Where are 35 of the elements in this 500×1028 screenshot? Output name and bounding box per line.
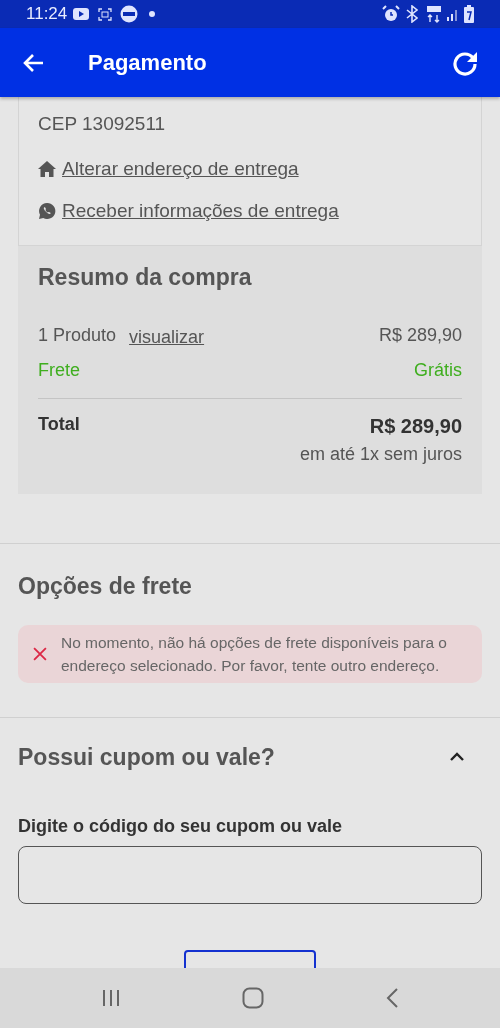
summary-title: Resumo da compra: [38, 263, 253, 292]
refresh-icon[interactable]: [452, 49, 478, 76]
signal-icon: [446, 7, 460, 21]
view-link[interactable]: visualizar: [129, 323, 205, 351]
total-label: Total: [38, 412, 80, 436]
address-line: CEP 13092511: [38, 112, 167, 136]
back-arrow-icon[interactable]: [22, 52, 44, 73]
section-title: Opções de frete: [18, 571, 193, 601]
battery-icon: [464, 5, 474, 23]
status-time: 11:24: [26, 3, 68, 26]
alarm-icon: [382, 5, 400, 23]
address-link[interactable]: Receber informações de entrega: [62, 196, 339, 225]
product-price: R$ 289,90: [378, 323, 462, 347]
play-icon: [73, 8, 90, 20]
home-button-icon[interactable]: [242, 987, 264, 1009]
mobile-data-icon: [426, 5, 442, 23]
field-label: Digite o código do seu cupom ou vale: [18, 814, 344, 838]
section-title: Possui cupom ou vale?: [18, 743, 275, 772]
back-icon[interactable]: [385, 988, 400, 1008]
home-icon: [38, 161, 56, 178]
total-value: R$ 289,90: [369, 413, 462, 439]
bluetooth-icon: [406, 5, 418, 23]
recent-apps-icon[interactable]: [100, 989, 121, 1007]
dot-icon: [149, 11, 156, 17]
shipping-label: Frete: [38, 358, 80, 382]
app-badge-icon: [120, 5, 139, 23]
coupon-input-field[interactable]: [18, 845, 482, 904]
app-bar-title: Pagamento: [88, 49, 207, 77]
shipping-value: Grátis: [414, 358, 462, 382]
product-count: 1 Produto: [38, 323, 117, 347]
chat-bubble-icon: [38, 201, 56, 220]
address-link[interactable]: Alterar endereço de entrega: [62, 155, 299, 184]
screenshot-icon: [98, 7, 113, 21]
installments-text: em até 1x sem juros: [299, 442, 462, 466]
error-message: No momento, não há opções de frete disponíveis para o endereço selecionado. Por favor, tente outro endereço.: [60, 633, 448, 676]
